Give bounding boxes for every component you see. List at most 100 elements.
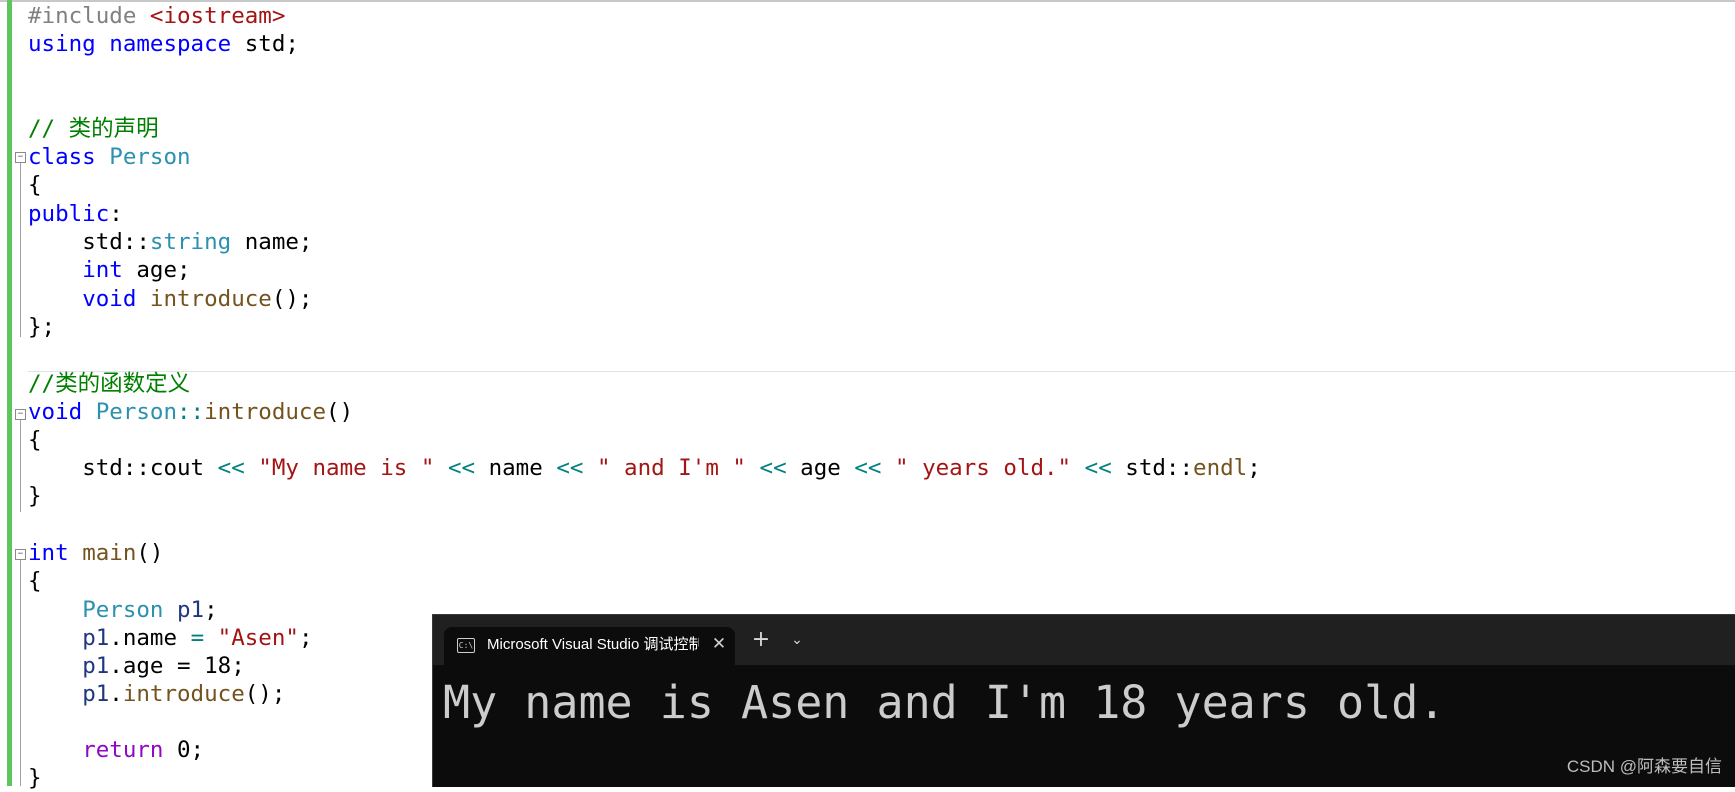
- identifier-token: .age = 18;: [109, 653, 245, 679]
- variable-token: p1: [82, 681, 110, 707]
- code-line-18: }: [28, 482, 42, 510]
- preprocessor-token: #include: [28, 3, 137, 29]
- string-token: "Asen": [217, 625, 299, 651]
- close-icon[interactable]: ✕: [709, 633, 729, 655]
- outline-guide-introduce: [20, 420, 21, 512]
- identifier-token: std;: [231, 31, 299, 57]
- brace-token: {: [28, 427, 42, 453]
- string-token: " years old.": [895, 455, 1072, 481]
- brace-token: {: [28, 568, 42, 594]
- keyword-token: void: [82, 286, 137, 312]
- chevron-down-icon[interactable]: ⌄: [785, 627, 809, 653]
- variable-token: p1: [82, 625, 110, 651]
- string-token: "My name is ": [258, 455, 435, 481]
- code-line-16: {: [28, 426, 42, 454]
- code-line-1: #include <iostream>: [28, 2, 285, 30]
- operator-token: <<: [556, 455, 584, 481]
- keyword-token: public: [28, 201, 110, 227]
- code-line-6: class Person: [28, 143, 191, 171]
- code-line-11: void introduce();: [28, 285, 312, 313]
- type-token: Person: [109, 144, 191, 170]
- brace-token: }: [28, 483, 42, 509]
- punctuation-token: ();: [271, 286, 313, 312]
- keyword-token: void: [28, 399, 83, 425]
- operator-token: <<: [217, 455, 245, 481]
- punctuation-token: :: [109, 201, 123, 227]
- identifier-token: std::cout: [82, 455, 218, 481]
- function-token: endl: [1193, 455, 1248, 481]
- operator-token: <<: [759, 455, 787, 481]
- function-token: introduce: [122, 681, 245, 707]
- comment-token: // 类的声明: [28, 116, 159, 142]
- code-line-9: std::string name;: [28, 228, 312, 256]
- brace-token: {: [28, 172, 42, 198]
- operator-token: <<: [1084, 455, 1112, 481]
- terminal-icon: C:\: [457, 638, 475, 653]
- function-token: introduce: [149, 286, 272, 312]
- namespace-token: std::: [1125, 455, 1194, 481]
- type-token: string: [149, 229, 232, 255]
- brace-token: }: [28, 765, 42, 791]
- code-line-21: {: [28, 567, 42, 595]
- identifier-token: age: [786, 455, 855, 481]
- type-token: Person: [82, 597, 164, 623]
- collapse-main-icon[interactable]: −: [15, 549, 26, 560]
- csdn-watermark: CSDN @阿森要自信: [1566, 757, 1722, 776]
- punctuation-token: (): [326, 399, 354, 425]
- punctuation-token: .: [109, 681, 123, 707]
- keyword-token: int: [82, 257, 123, 283]
- keyword-token: return: [82, 737, 164, 763]
- code-line-2: using namespace std;: [28, 30, 299, 58]
- comment-token: //类的函数定义: [28, 371, 191, 397]
- string-token: " and I'm ": [596, 455, 746, 481]
- identifier-token: .name: [109, 625, 191, 651]
- operator-token: <<: [447, 455, 476, 481]
- code-line-28: }: [28, 764, 42, 792]
- code-line-23: p1.name = "Asen";: [28, 624, 312, 652]
- operator-token: ::: [177, 399, 205, 425]
- punctuation-token: ;: [204, 597, 218, 623]
- code-line-5: // 类的声明: [28, 115, 159, 143]
- outline-guide-main: [20, 560, 21, 786]
- keyword-token: using: [28, 31, 96, 57]
- code-line-14: //类的函数定义: [28, 370, 190, 398]
- identifier-token: age;: [122, 257, 191, 283]
- code-line-25: p1.introduce();: [28, 680, 285, 708]
- console-output-text: My name is Asen and I'm 18 years old.: [443, 676, 1446, 729]
- outline-guide-class: [20, 163, 21, 337]
- code-line-12: };: [28, 313, 55, 341]
- keyword-token: int: [28, 540, 69, 566]
- keyword-token: namespace: [109, 31, 232, 57]
- new-tab-button[interactable]: +: [748, 627, 774, 653]
- function-token: main: [82, 540, 137, 566]
- literal-token: 0;: [163, 737, 205, 763]
- console-title-bar[interactable]: C:\ Microsoft Visual Studio 调试控制台 ✕ + ⌄: [433, 615, 1735, 665]
- code-line-8: public:: [28, 200, 123, 228]
- punctuation-token: ;: [298, 625, 313, 651]
- code-line-17: std::cout << "My name is " << name << " …: [28, 454, 1261, 482]
- code-line-27: return 0;: [28, 736, 204, 764]
- code-line-24: p1.age = 18;: [28, 652, 245, 680]
- collapse-class-icon[interactable]: −: [15, 152, 26, 163]
- namespace-token: std::: [82, 229, 150, 255]
- collapse-introduce-icon[interactable]: −: [15, 409, 26, 420]
- code-line-15: void Person::introduce(): [28, 398, 353, 426]
- function-token: introduce: [204, 399, 327, 425]
- identifier-token: name: [475, 455, 557, 481]
- console-tab[interactable]: C:\ Microsoft Visual Studio 调试控制台 ✕: [444, 627, 735, 665]
- variable-token: p1: [82, 653, 110, 679]
- console-tab-title: Microsoft Visual Studio 调试控制台: [487, 636, 699, 653]
- brace-token: };: [28, 314, 56, 340]
- identifier-token: name;: [231, 229, 313, 255]
- keyword-token: class: [28, 144, 96, 170]
- type-token: Person: [95, 399, 178, 425]
- include-header-token: <iostream>: [149, 3, 286, 29]
- operator-token: =: [190, 625, 205, 651]
- operator-token: <<: [854, 455, 882, 481]
- code-line-7: {: [28, 171, 42, 199]
- punctuation-token: (): [136, 540, 164, 566]
- variable-token: p1: [177, 597, 205, 623]
- debug-console-window[interactable]: C:\ Microsoft Visual Studio 调试控制台 ✕ + ⌄ …: [432, 614, 1735, 787]
- punctuation-token: ;: [1247, 455, 1261, 481]
- code-line-10: int age;: [28, 256, 191, 284]
